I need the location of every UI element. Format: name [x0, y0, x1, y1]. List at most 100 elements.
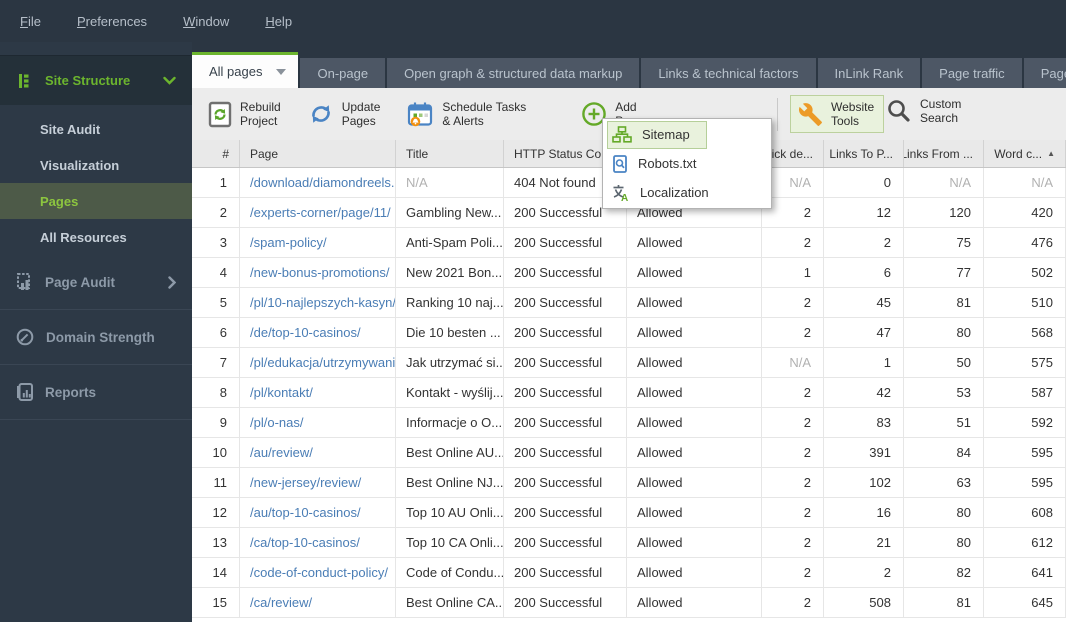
cell-click[interactable]: 2: [762, 438, 824, 467]
cell-page[interactable]: /au/review/: [240, 438, 396, 467]
table-row[interactable]: 10/au/review/Best Online AU... 200 Succes…: [192, 438, 1066, 468]
cell-http[interactable]: 200 Successful: [504, 438, 627, 467]
table-row[interactable]: 5/pl/10-najlepszych-kasyn/Ranking 10 naj…: [192, 288, 1066, 318]
cell-links_from[interactable]: 120: [904, 198, 984, 227]
cell-http[interactable]: 200 Successful: [504, 228, 627, 257]
cell-page[interactable]: /pl/kontakt/: [240, 378, 396, 407]
cell-click[interactable]: 1: [762, 258, 824, 287]
cell-title[interactable]: Anti-Spam Poli...: [396, 228, 504, 257]
tab-inlink-rank[interactable]: InLink Rank: [817, 58, 921, 88]
website-tools-button[interactable]: Website Tools: [790, 95, 885, 133]
cell-robots[interactable]: Allowed: [627, 438, 762, 467]
cell-page[interactable]: /de/top-10-casinos/: [240, 318, 396, 347]
column-header-title[interactable]: Title: [396, 140, 504, 167]
cell-page[interactable]: /code-of-conduct-policy/: [240, 558, 396, 587]
cell-title[interactable]: Code of Condu...: [396, 558, 504, 587]
cell-http[interactable]: 200 Successful: [504, 258, 627, 287]
cell-num[interactable]: 9: [192, 408, 240, 437]
tab-page-speed[interactable]: Page speed: [1023, 58, 1066, 88]
column-header-page[interactable]: Page: [240, 140, 396, 167]
cell-links_from[interactable]: 51: [904, 408, 984, 437]
cell-title[interactable]: New 2021 Bon...: [396, 258, 504, 287]
cell-page[interactable]: /pl/o-nas/: [240, 408, 396, 437]
cell-links_to[interactable]: 2: [824, 558, 904, 587]
menu-item-robots-txt[interactable]: Robots.txt: [603, 149, 771, 178]
cell-click[interactable]: N/A: [762, 348, 824, 377]
cell-click[interactable]: 2: [762, 378, 824, 407]
cell-links_from[interactable]: N/A: [904, 168, 984, 197]
cell-http[interactable]: 200 Successful: [504, 498, 627, 527]
cell-robots[interactable]: Allowed: [627, 468, 762, 497]
cell-click[interactable]: 2: [762, 228, 824, 257]
sidebar-item-pages[interactable]: Pages: [0, 183, 192, 219]
cell-words[interactable]: 587: [984, 378, 1066, 407]
sidebar-item-all-resources[interactable]: All Resources: [0, 219, 192, 255]
cell-robots[interactable]: Allowed: [627, 258, 762, 287]
schedule-tasks-button[interactable]: Schedule Tasks & Alerts: [407, 100, 526, 128]
sidebar-item-visualization[interactable]: Visualization: [0, 147, 192, 183]
cell-page[interactable]: /pl/edukacja/utrzymywanie-: [240, 348, 396, 377]
cell-words[interactable]: 612: [984, 528, 1066, 557]
cell-title[interactable]: Top 10 CA Onli...: [396, 528, 504, 557]
cell-robots[interactable]: Allowed: [627, 228, 762, 257]
menu-preferences[interactable]: Preferences: [77, 14, 147, 29]
column-header-links_from[interactable]: Links From ...: [904, 140, 984, 167]
cell-links_to[interactable]: 83: [824, 408, 904, 437]
tab-open-graph[interactable]: Open graph & structured data markup: [387, 58, 640, 88]
table-row[interactable]: 13/ca/top-10-casinos/Top 10 CA Onli... 20…: [192, 528, 1066, 558]
table-row[interactable]: 12/au/top-10-casinos/Top 10 AU Onli... 20…: [192, 498, 1066, 528]
cell-links_from[interactable]: 80: [904, 528, 984, 557]
cell-num[interactable]: 7: [192, 348, 240, 377]
cell-click[interactable]: 2: [762, 408, 824, 437]
table-row[interactable]: 4/new-bonus-promotions/New 2021 Bon... 20…: [192, 258, 1066, 288]
cell-words[interactable]: 595: [984, 438, 1066, 467]
cell-words[interactable]: 595: [984, 468, 1066, 497]
table-row[interactable]: 15/ca/review/Best Online CA... 200 Succes…: [192, 588, 1066, 618]
cell-words[interactable]: 592: [984, 408, 1066, 437]
cell-click[interactable]: 2: [762, 318, 824, 347]
cell-words[interactable]: 645: [984, 588, 1066, 617]
menu-item-sitemap[interactable]: Sitemap: [603, 120, 771, 149]
cell-links_to[interactable]: 42: [824, 378, 904, 407]
cell-links_to[interactable]: 21: [824, 528, 904, 557]
cell-title[interactable]: Best Online AU...: [396, 438, 504, 467]
cell-words[interactable]: 568: [984, 318, 1066, 347]
cell-links_to[interactable]: 16: [824, 498, 904, 527]
cell-page[interactable]: /ca/review/: [240, 588, 396, 617]
cell-num[interactable]: 4: [192, 258, 240, 287]
table-row[interactable]: 3/spam-policy/Anti-Spam Poli... 200 Succe…: [192, 228, 1066, 258]
cell-title[interactable]: Jak utrzymać si...: [396, 348, 504, 377]
cell-links_to[interactable]: 6: [824, 258, 904, 287]
menu-window[interactable]: Window: [183, 14, 229, 29]
cell-links_from[interactable]: 80: [904, 318, 984, 347]
cell-links_from[interactable]: 50: [904, 348, 984, 377]
cell-links_to[interactable]: 2: [824, 228, 904, 257]
cell-robots[interactable]: Allowed: [627, 318, 762, 347]
sidebar-section-site-structure[interactable]: Site Structure: [0, 55, 192, 105]
sidebar-section-domain-strength[interactable]: Domain Strength: [0, 310, 192, 365]
rebuild-project-button[interactable]: Rebuild Project: [208, 100, 281, 128]
cell-page[interactable]: /download/diamondreels...: [240, 168, 396, 197]
tab-links-technical[interactable]: Links & technical factors: [641, 58, 816, 88]
cell-robots[interactable]: Allowed: [627, 408, 762, 437]
sidebar-item-site-audit[interactable]: Site Audit: [0, 111, 192, 147]
cell-num[interactable]: 6: [192, 318, 240, 347]
cell-robots[interactable]: Allowed: [627, 558, 762, 587]
table-row[interactable]: 11/new-jersey/review/Best Online NJ... 20…: [192, 468, 1066, 498]
cell-robots[interactable]: Allowed: [627, 378, 762, 407]
cell-num[interactable]: 3: [192, 228, 240, 257]
cell-words[interactable]: 608: [984, 498, 1066, 527]
cell-num[interactable]: 13: [192, 528, 240, 557]
cell-num[interactable]: 1: [192, 168, 240, 197]
cell-page[interactable]: /experts-corner/page/11/: [240, 198, 396, 227]
cell-title[interactable]: Best Online NJ...: [396, 468, 504, 497]
cell-num[interactable]: 12: [192, 498, 240, 527]
cell-click[interactable]: 2: [762, 558, 824, 587]
cell-links_from[interactable]: 82: [904, 558, 984, 587]
cell-links_from[interactable]: 81: [904, 588, 984, 617]
cell-links_to[interactable]: 1: [824, 348, 904, 377]
cell-robots[interactable]: Allowed: [627, 528, 762, 557]
cell-page[interactable]: /new-jersey/review/: [240, 468, 396, 497]
cell-page[interactable]: /ca/top-10-casinos/: [240, 528, 396, 557]
cell-links_from[interactable]: 84: [904, 438, 984, 467]
